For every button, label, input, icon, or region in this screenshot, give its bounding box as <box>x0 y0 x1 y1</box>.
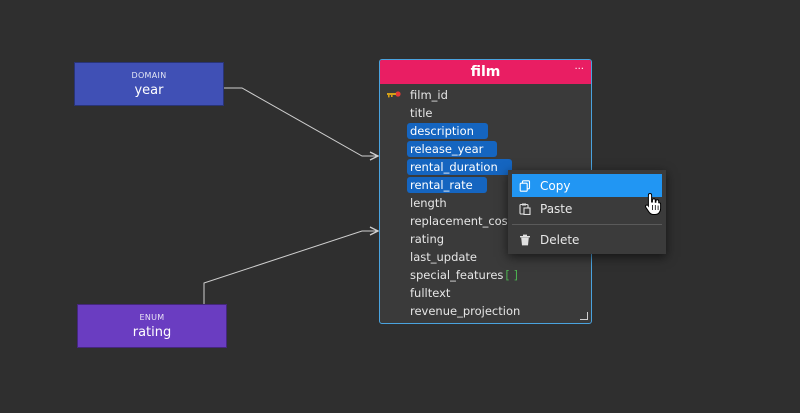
trash-icon <box>520 234 530 245</box>
field-name: rental_duration <box>407 159 512 175</box>
resize-grip[interactable] <box>580 312 588 320</box>
field-name: description <box>407 123 488 139</box>
field-name: title <box>410 106 433 120</box>
field-name: length <box>410 196 447 210</box>
field-name: special_features <box>410 268 504 282</box>
field-row[interactable]: film_id <box>380 86 591 104</box>
primary-key-icon <box>387 91 401 98</box>
array-marker: [ ] <box>505 268 519 282</box>
field-name-with-array: special_features[ ] <box>407 267 521 283</box>
field-row[interactable]: special_features[ ] <box>380 266 591 284</box>
menu-item-label: Copy <box>540 178 571 193</box>
field-name: fulltext <box>410 286 451 300</box>
copy-icon <box>519 179 531 192</box>
domain-node-kind: DOMAIN <box>131 70 167 80</box>
field-row[interactable]: fulltext <box>380 284 591 302</box>
field-row[interactable]: title <box>380 104 591 122</box>
field-name: revenue_projection <box>410 304 521 318</box>
domain-connector[interactable] <box>224 87 378 156</box>
enum-node-rating[interactable]: ENUM rating <box>77 304 227 348</box>
field-row-selected[interactable]: description <box>380 122 591 140</box>
domain-node-year[interactable]: DOMAIN year <box>74 62 224 106</box>
menu-item-paste[interactable]: Paste <box>512 197 662 220</box>
field-name: rating <box>410 232 445 246</box>
menu-separator <box>512 224 662 225</box>
context-menu: Copy Paste Delete <box>508 170 666 254</box>
enum-node-name: rating <box>132 324 172 340</box>
field-name: release_year <box>407 141 498 157</box>
field-name: film_id <box>410 88 448 102</box>
menu-item-label: Paste <box>540 201 573 216</box>
paste-icon <box>519 203 531 215</box>
field-name: last_update <box>410 250 478 264</box>
enum-node-kind: ENUM <box>139 312 165 322</box>
field-name: replacement_cost <box>410 214 513 228</box>
menu-item-delete[interactable]: Delete <box>512 228 662 251</box>
table-menu-icon[interactable]: ··· <box>574 64 584 75</box>
table-title: film <box>470 64 501 80</box>
hand-cursor-icon <box>645 192 662 215</box>
field-name: rental_rate <box>407 177 487 193</box>
field-row-selected[interactable]: release_year <box>380 140 591 158</box>
domain-node-name: year <box>134 82 164 98</box>
enum-connector[interactable] <box>203 231 378 304</box>
field-row[interactable]: revenue_projection <box>380 302 591 320</box>
menu-item-copy[interactable]: Copy <box>512 174 662 197</box>
table-header[interactable]: film ··· <box>380 60 591 84</box>
menu-item-label: Delete <box>540 232 580 247</box>
